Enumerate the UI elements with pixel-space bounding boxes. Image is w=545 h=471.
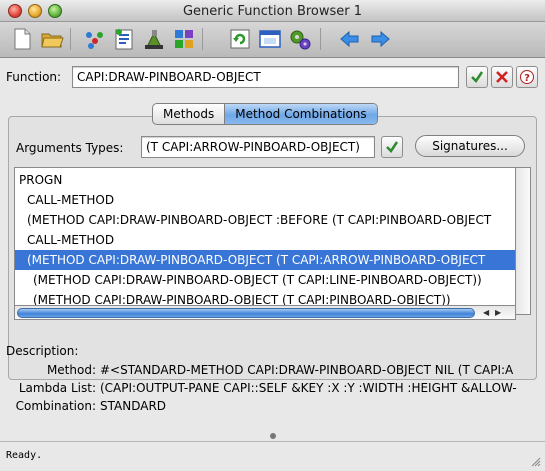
check-icon (471, 71, 484, 83)
tab-methods[interactable]: Methods (153, 104, 224, 124)
cross-icon (496, 71, 508, 83)
open-folder-icon[interactable] (40, 27, 64, 51)
listing-icon[interactable] (112, 27, 136, 51)
function-input[interactable]: CAPI:DRAW-PINBOARD-OBJECT (72, 66, 459, 88)
combination-value: STANDARD (100, 399, 167, 413)
cancel-button[interactable] (491, 66, 513, 88)
vertical-scrollbar[interactable] (516, 167, 531, 315)
gears-icon[interactable] (288, 27, 312, 51)
description-row: Method: #<STANDARD-METHOD CAPI:DRAW-PINB… (14, 362, 545, 379)
list-item-selected[interactable]: (METHOD CAPI:DRAW-PINBOARD-OBJECT (T CAP… (15, 250, 515, 270)
method-label: Method: (46, 363, 96, 377)
lambda-list-label: Lambda List: (18, 381, 96, 395)
combination-list[interactable]: PROGN CALL-METHOD (METHOD CAPI:DRAW-PINB… (14, 167, 516, 315)
description-row: Combination: STANDARD (14, 398, 545, 415)
arguments-types-label: Arguments Types: (16, 141, 124, 155)
forward-arrow-icon[interactable] (368, 27, 392, 51)
back-arrow-icon[interactable] (338, 27, 362, 51)
window-title: Generic Function Browser 1 (182, 4, 363, 19)
components-icon[interactable] (172, 27, 196, 51)
lambda-list-value: (CAPI:OUTPUT-PANE CAPI::SELF &KEY :X :Y … (100, 381, 517, 395)
status-text: Ready. (6, 450, 43, 461)
toolbar (0, 22, 545, 58)
horizontal-scrollbar[interactable]: ◀ ▶ (14, 305, 516, 320)
refresh-icon[interactable] (228, 27, 252, 51)
tab-method-combinations[interactable]: Method Combinations (224, 104, 377, 124)
arguments-accept-button[interactable] (381, 136, 403, 158)
method-value: #<STANDARD-METHOD CAPI:DRAW-PINBOARD-OBJ… (100, 363, 514, 377)
scroll-right-icon[interactable]: ▶ (495, 308, 501, 317)
svg-text:?: ? (524, 73, 530, 84)
description-label: Description: (6, 344, 79, 358)
arguments-types-input[interactable]: (T CAPI:ARROW-PINBOARD-OBJECT) (141, 136, 375, 158)
description-row: Lambda List: (CAPI:OUTPUT-PANE CAPI::SEL… (14, 380, 545, 397)
status-bar: Ready. (0, 441, 545, 471)
function-label: Function: (6, 70, 62, 84)
list-item[interactable]: CALL-METHOD (15, 230, 515, 250)
list-item[interactable]: (METHOD CAPI:DRAW-PINBOARD-OBJECT :BEFOR… (15, 210, 515, 230)
main-content: Function: CAPI:DRAW-PINBOARD-OBJECT ? Me… (0, 59, 545, 471)
check-icon (386, 141, 399, 153)
new-document-icon[interactable] (10, 27, 34, 51)
accept-button[interactable] (466, 66, 488, 88)
splitter-handle[interactable] (270, 433, 276, 439)
title-bar: Generic Function Browser 1 (0, 0, 545, 22)
list-item[interactable]: CALL-METHOD (15, 190, 515, 210)
list-item[interactable]: (METHOD CAPI:DRAW-PINBOARD-OBJECT (T CAP… (15, 270, 515, 290)
resize-grip-icon[interactable] (531, 457, 541, 467)
scroll-thumb[interactable] (17, 308, 475, 318)
tab-bar: Methods Method Combinations (152, 103, 378, 125)
scroll-left-icon[interactable]: ◀ (483, 308, 489, 317)
combination-label: Combination: (15, 399, 96, 413)
description-panel: Method: #<STANDARD-METHOD CAPI:DRAW-PINB… (14, 362, 545, 420)
signatures-button[interactable]: Signatures... (415, 135, 525, 157)
help-button[interactable]: ? (516, 66, 538, 88)
list-item[interactable]: PROGN (15, 170, 515, 190)
window-icon[interactable] (258, 27, 282, 51)
help-icon: ? (520, 70, 534, 84)
inspect-icon[interactable] (82, 27, 106, 51)
tools-icon[interactable] (142, 27, 166, 51)
